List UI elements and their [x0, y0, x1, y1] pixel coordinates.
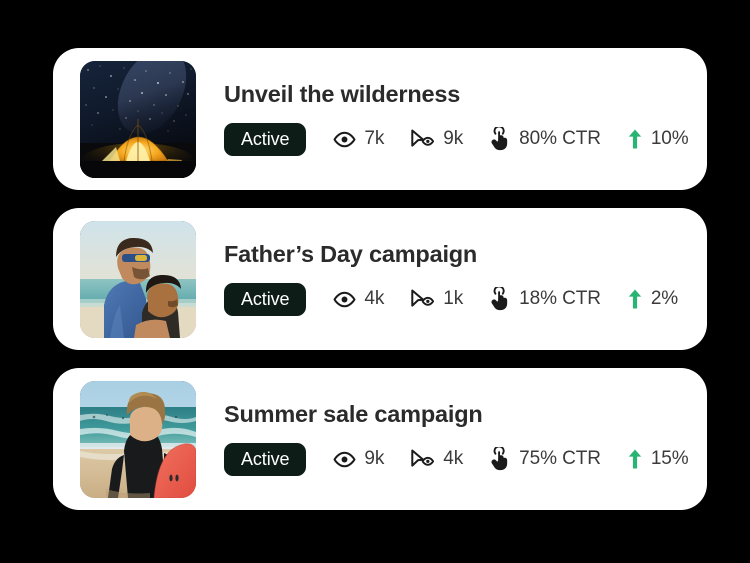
metric-ctr-value: 75% CTR [519, 448, 601, 470]
father-and-son-beach-photo [80, 220, 196, 338]
cursor-eye-icon [410, 129, 435, 150]
campaign-metrics-row: Active 9k 4k 75% CTR 15% [224, 442, 689, 476]
metric-ctr-value: 18% CTR [519, 288, 601, 310]
arrow-up-icon [627, 288, 643, 310]
metric-impressions: 9k [333, 448, 384, 470]
campaign-metrics-row: Active 7k 9k 80% CTR 10% [224, 122, 689, 156]
status-badge[interactable]: Active [224, 442, 307, 476]
campaign-card[interactable]: Father’s Day campaign Active 4k 1k 18% C… [53, 208, 707, 350]
campaign-metrics-row: Active 4k 1k 18% CTR 2% [224, 282, 687, 316]
campaign-card[interactable]: Unveil the wilderness Active 7k 9k 80% C… [53, 48, 707, 190]
metric-trend-value: 15% [650, 448, 689, 470]
cursor-eye-icon [410, 289, 435, 310]
metric-impressions-value: 9k [364, 448, 385, 470]
campaign-thumbnail [80, 380, 196, 498]
eye-icon [333, 451, 356, 468]
campaign-card-body: Summer sale campaign Active 9k 4k 75% CT… [196, 401, 707, 476]
metric-trend: 15% [627, 448, 689, 470]
metric-impressions: 4k [333, 288, 384, 310]
eye-icon [333, 131, 356, 148]
tap-hand-icon [489, 127, 511, 151]
campaign-title: Summer sale campaign [224, 401, 483, 428]
metric-trend: 10% [627, 128, 689, 150]
metric-impressions-value: 7k [364, 128, 385, 150]
campaign-thumbnail [80, 60, 196, 178]
arrow-up-icon [627, 448, 643, 470]
campaign-list-screen: Unveil the wilderness Active 7k 9k 80% C… [0, 0, 750, 563]
metric-views: 9k [410, 128, 463, 150]
status-badge[interactable]: Active [224, 122, 307, 156]
metric-ctr: 18% CTR [489, 287, 601, 311]
campaign-thumbnail [80, 220, 196, 338]
cursor-eye-icon [410, 449, 435, 470]
eye-icon [333, 291, 356, 308]
surfer-with-board-beach-photo [80, 380, 196, 498]
tap-hand-icon [489, 287, 511, 311]
campaign-card[interactable]: Summer sale campaign Active 9k 4k 75% CT… [53, 368, 707, 510]
metric-trend-value: 2% [650, 288, 679, 310]
night-sky-tent-photo [80, 60, 196, 178]
metric-trend-value: 10% [650, 128, 689, 150]
campaign-card-body: Father’s Day campaign Active 4k 1k 18% C… [196, 241, 707, 316]
metric-ctr: 80% CTR [489, 127, 601, 151]
metric-views-value: 1k [443, 288, 464, 310]
metric-ctr-value: 80% CTR [519, 128, 601, 150]
campaign-card-body: Unveil the wilderness Active 7k 9k 80% C… [196, 81, 707, 156]
metric-trend: 2% [627, 288, 678, 310]
metric-impressions-value: 4k [364, 288, 385, 310]
campaign-title: Father’s Day campaign [224, 241, 478, 268]
metric-views-value: 4k [443, 448, 464, 470]
campaign-card-list: Unveil the wilderness Active 7k 9k 80% C… [53, 48, 707, 510]
metric-views: 1k [410, 288, 463, 310]
status-badge[interactable]: Active [224, 282, 307, 316]
arrow-up-icon [627, 128, 643, 150]
campaign-title: Unveil the wilderness [224, 81, 461, 108]
metric-ctr: 75% CTR [489, 447, 601, 471]
metric-impressions: 7k [333, 128, 384, 150]
metric-views: 4k [410, 448, 463, 470]
metric-views-value: 9k [443, 128, 464, 150]
tap-hand-icon [489, 447, 511, 471]
